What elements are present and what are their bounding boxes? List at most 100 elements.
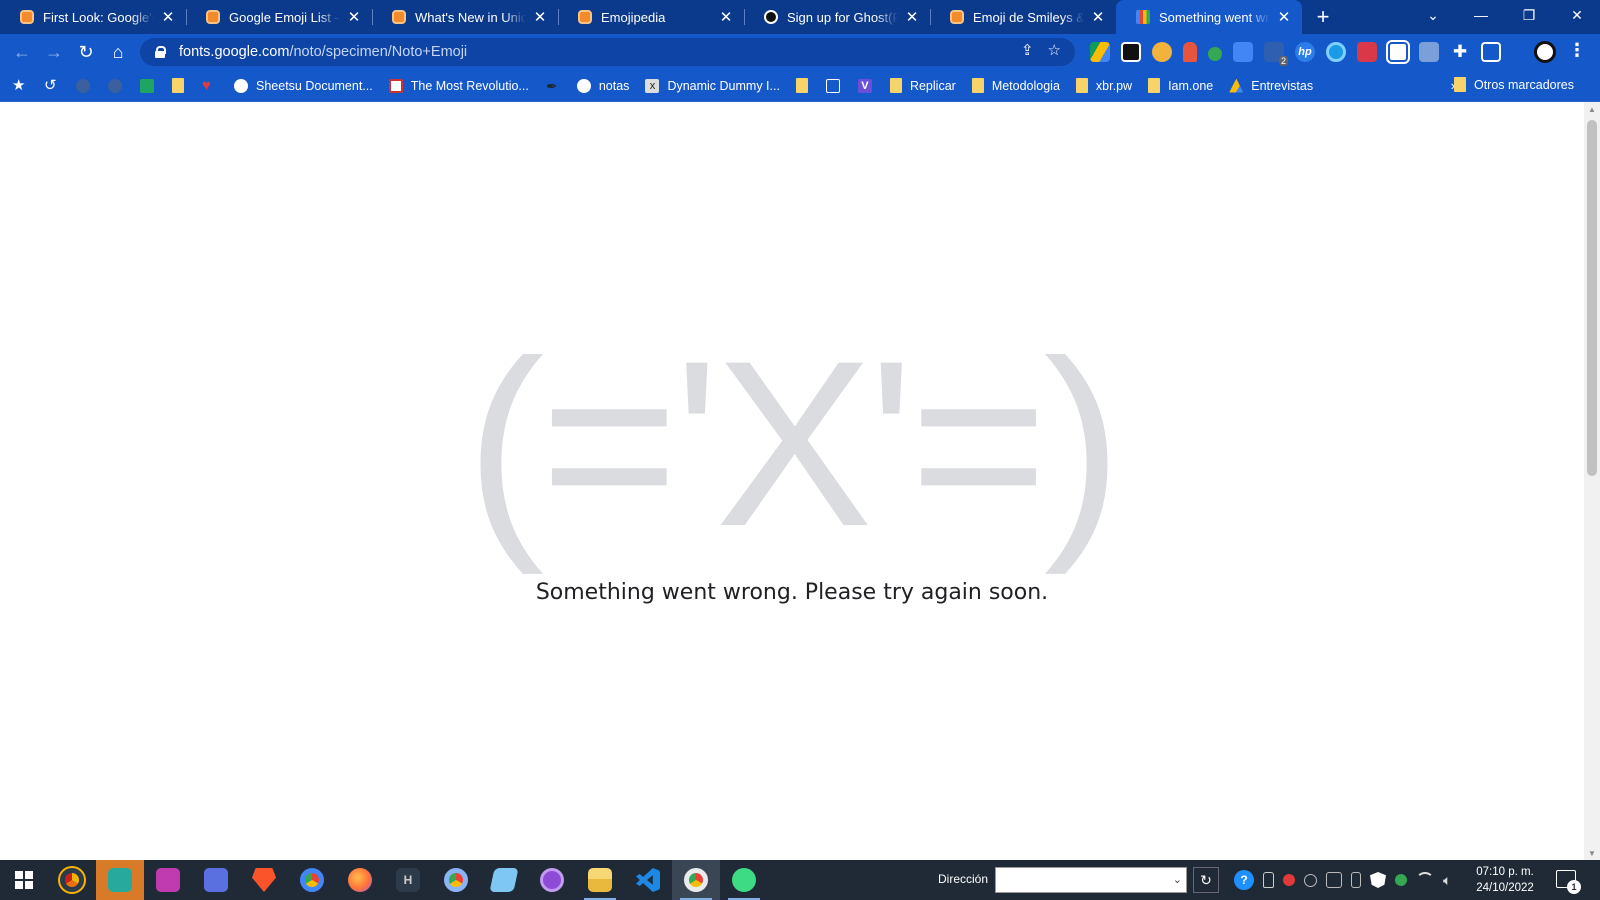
action-center-icon[interactable]: 1 xyxy=(1556,870,1581,894)
bookmark-iam-one[interactable]: Iam.one xyxy=(1148,78,1213,93)
heart-icon: ♥ xyxy=(202,76,211,94)
alert-tray-icon[interactable] xyxy=(1283,874,1295,886)
firefox-icon[interactable] xyxy=(336,860,384,900)
windows-start-button[interactable] xyxy=(0,860,48,900)
close-icon[interactable]: ✕ xyxy=(1276,8,1292,26)
volume-icon[interactable]: 🔈︎ xyxy=(1443,872,1459,888)
h-app-icon[interactable]: H xyxy=(384,860,432,900)
defender-tray-icon[interactable] xyxy=(1370,872,1386,888)
reload-icon[interactable]: ↻ xyxy=(70,36,102,68)
tab-something-went-wrong[interactable]: Something went wrong ✕ xyxy=(1116,0,1302,34)
bookmark-v[interactable]: V xyxy=(857,78,872,93)
tab-emoji-smileys[interactable]: Emoji de Smileys & ✕ xyxy=(930,0,1116,34)
bookmark-site-1[interactable] xyxy=(76,78,90,93)
tab-ghost-signup[interactable]: Sign up for Ghost(Pro) ✕ xyxy=(744,0,930,34)
minimize-icon[interactable]: — xyxy=(1458,0,1504,30)
battery-tray-icon[interactable] xyxy=(1351,872,1361,888)
grid-extension-icon[interactable] xyxy=(1357,42,1377,62)
bookmark-metodologia[interactable]: Metodologia xyxy=(971,78,1060,93)
extensions-puzzle-icon[interactable]: ✚ xyxy=(1450,42,1470,62)
home-icon[interactable]: ⌂ xyxy=(102,36,134,68)
menu-kebab-icon[interactable]: ⋮ xyxy=(1568,40,1586,61)
display-tray-icon[interactable] xyxy=(1326,872,1342,888)
tab-whats-new-unicode[interactable]: What's New in Unicode ✕ xyxy=(372,0,558,34)
bookmark-pen[interactable]: ✒ xyxy=(545,79,559,93)
chevron-down-icon[interactable]: ⌄ xyxy=(1173,873,1182,886)
vscode-icon[interactable] xyxy=(624,860,672,900)
google-drive-extension-icon[interactable] xyxy=(1090,42,1110,62)
scroll-up-arrow-icon[interactable]: ▲ xyxy=(1584,102,1600,116)
window-extension-icon[interactable] xyxy=(1386,40,1410,64)
scroll-down-arrow-icon[interactable]: ▼ xyxy=(1584,846,1600,860)
bookmark-history[interactable]: ↺ xyxy=(44,78,58,93)
other-bookmarks[interactable]: Otros marcadores xyxy=(1453,77,1574,92)
scrollbar-thumb[interactable] xyxy=(1587,120,1597,476)
bookmark-sheetsu[interactable]: Sheetsu Document... xyxy=(234,78,373,93)
bookmark-heart[interactable]: ♥ xyxy=(202,76,216,94)
bookmark-xbr[interactable]: xbr.pw xyxy=(1075,78,1132,93)
github-icon[interactable] xyxy=(528,860,576,900)
android-studio-icon[interactable] xyxy=(720,860,768,900)
chrome-icon[interactable] xyxy=(288,860,336,900)
wifi-icon[interactable] xyxy=(1416,872,1434,888)
lock-icon[interactable] xyxy=(154,46,166,58)
shield-extension-icon[interactable] xyxy=(1208,46,1222,61)
smiley-extension-icon[interactable] xyxy=(1152,42,1172,62)
close-icon[interactable]: ✕ xyxy=(904,8,920,26)
window-close-icon[interactable]: ✕ xyxy=(1554,0,1600,30)
chrome-dev-icon[interactable] xyxy=(432,860,480,900)
fire-extension-icon[interactable] xyxy=(1183,42,1197,62)
bookmark-replicar[interactable]: Replicar xyxy=(889,78,956,93)
bookmark-star-icon[interactable]: ☆ xyxy=(1048,41,1061,59)
close-icon[interactable]: ✕ xyxy=(160,8,176,26)
notepad-icon[interactable] xyxy=(480,860,528,900)
bookmark-notas[interactable]: notas xyxy=(576,78,629,93)
tab-emojipedia[interactable]: Emojipedia ✕ xyxy=(558,0,744,34)
forward-icon[interactable]: → xyxy=(38,36,70,68)
bookmark-briefcase[interactable] xyxy=(825,78,840,93)
circle-extension-icon[interactable] xyxy=(1326,42,1346,62)
bookmark-site-2[interactable] xyxy=(108,78,122,93)
tab-first-look[interactable]: First Look: Google's Ne ✕ xyxy=(0,0,186,34)
close-icon[interactable]: ✕ xyxy=(532,8,548,26)
mail-extension-icon[interactable]: 2 xyxy=(1264,42,1288,66)
new-tab-button[interactable]: + xyxy=(1308,0,1338,34)
taskbar-clock[interactable]: 07:10 p. m. 24/10/2022 xyxy=(1470,864,1540,896)
refresh-icon[interactable]: ↻ xyxy=(1193,867,1219,893)
bookmark-folder-2[interactable] xyxy=(795,78,808,93)
file-explorer-icon[interactable] xyxy=(576,860,624,900)
translate-extension-icon[interactable] xyxy=(1233,42,1253,62)
profile-avatar[interactable] xyxy=(1534,41,1556,63)
bookmark-star[interactable]: ★ xyxy=(12,78,26,93)
back-icon[interactable]: ← xyxy=(6,36,38,68)
brave-icon[interactable] xyxy=(240,860,288,900)
app-purple-icon[interactable] xyxy=(144,860,192,900)
address-toolbar-input[interactable]: ⌄ xyxy=(995,867,1187,893)
vpn-tray-icon[interactable] xyxy=(1395,874,1407,886)
tab-google-emoji-list[interactable]: Google Emoji List — En ✕ xyxy=(186,0,372,34)
close-icon[interactable]: ✕ xyxy=(1090,8,1106,26)
bookmark-most-revolutionary[interactable]: The Most Revolutio... xyxy=(388,78,529,93)
help-icon[interactable]: ? xyxy=(1234,870,1254,890)
chrome-active-icon[interactable] xyxy=(672,860,720,900)
qr-extension-icon[interactable] xyxy=(1419,42,1439,62)
chrome-canary-icon[interactable] xyxy=(48,860,96,900)
address-bar[interactable]: fonts.google.com/noto/specimen/Noto+Emoj… xyxy=(140,38,1075,66)
chrome-teal-icon[interactable] xyxy=(96,860,144,900)
lock-tray-icon[interactable] xyxy=(1263,872,1274,888)
hp-extension-icon[interactable]: hp xyxy=(1295,42,1315,62)
bookmark-dynamic-dummy[interactable]: x Dynamic Dummy I... xyxy=(645,78,780,93)
tab-search-icon[interactable]: ⌄ xyxy=(1410,0,1456,30)
pocket-extension-icon[interactable] xyxy=(1121,42,1141,62)
bookmark-sheets[interactable] xyxy=(140,78,154,93)
close-icon[interactable]: ✕ xyxy=(718,8,734,26)
share-icon[interactable]: ⇪ xyxy=(1021,41,1034,59)
bookmark-entrevistas[interactable]: Entrevistas xyxy=(1229,78,1313,93)
bookmark-folder-1[interactable] xyxy=(172,78,184,93)
restore-icon[interactable]: ❐ xyxy=(1506,0,1552,30)
close-icon[interactable]: ✕ xyxy=(346,8,362,26)
network-tray-icon[interactable] xyxy=(1304,873,1317,887)
page-scrollbar[interactable]: ▲ ▼ xyxy=(1584,102,1600,860)
app-blue-icon[interactable] xyxy=(192,860,240,900)
side-panel-icon[interactable] xyxy=(1481,42,1501,62)
